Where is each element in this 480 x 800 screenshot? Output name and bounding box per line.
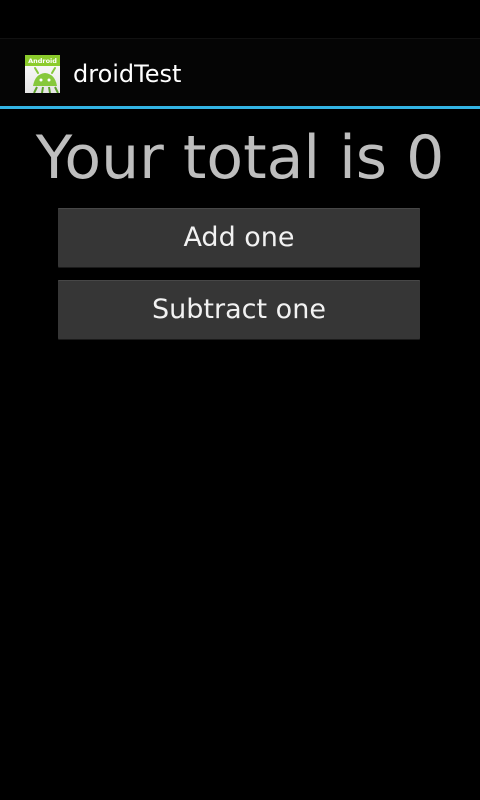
status-bar: [0, 0, 480, 38]
app-title: droidTest: [73, 60, 182, 88]
add-one-button[interactable]: Add one: [58, 208, 420, 267]
total-label: Your total is 0: [35, 123, 445, 193]
android-icon-text: Android: [28, 57, 57, 65]
screen: Android droidTest Your total is 0 Add on…: [0, 0, 480, 800]
subtract-one-button[interactable]: Subtract one: [58, 280, 420, 339]
action-bar: Android droidTest: [0, 38, 480, 107]
android-app-icon[interactable]: Android: [25, 55, 60, 93]
action-bar-divider: [0, 106, 480, 109]
